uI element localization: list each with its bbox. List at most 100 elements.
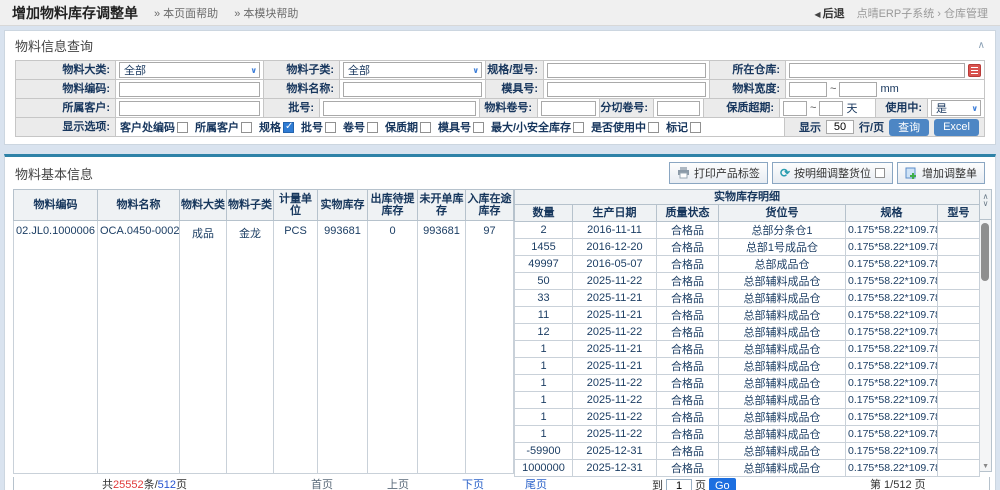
print-label-button[interactable]: 打印产品标签 [669,162,768,184]
collapse-chevron-icon[interactable]: ∧ [978,42,985,50]
width-unit-label: mm [880,83,898,95]
material-width-max-input[interactable] [839,82,877,97]
header-pending-out: 出库待提库存 [368,190,418,221]
scrollbar-thumb[interactable] [981,223,989,281]
material-name-input[interactable] [343,82,482,97]
breadcrumb-app[interactable]: 点晴ERP子系统 [857,8,935,20]
detail-row[interactable]: 1455 2016-12-20 合格品 总部1号成品仓 0.175*58.22*… [515,239,980,256]
cell-spec: 0.175*58.22*109.78 [846,443,938,460]
chevron-down-icon: ∨ [972,104,979,113]
cell-material-name: OCA.0450-0002-A [98,221,180,474]
detail-row[interactable]: 1 2025-11-21 合格品 总部辅料成品仓 0.175*58.22*109… [515,358,980,375]
detail-row[interactable]: 33 2025-11-21 合格品 总部辅料成品仓 0.175*58.22*10… [515,290,980,307]
detail-row[interactable]: 49997 2016-05-07 合格品 总部成品仓 0.175*58.22*1… [515,256,980,273]
last-page-link[interactable]: 尾页 [525,477,547,490]
go-button[interactable]: Go [709,478,736,490]
detail-row[interactable]: 50 2025-11-22 合格品 总部辅料成品仓 0.175*58.22*10… [515,273,980,290]
first-page-link[interactable]: 首页 [311,477,333,490]
topbar: 增加物料库存调整单 » 本页面帮助 » 本模块帮助 ◀后退 点晴ERP子系统 ›… [0,0,1000,26]
cell-model [938,307,980,324]
adjust-by-detail-checkbox[interactable] [875,168,885,178]
display-option-checkbox[interactable] [473,122,484,133]
cell-model [938,341,980,358]
display-option-checkbox[interactable] [648,122,659,133]
cell-model [938,443,980,460]
label-material-category: 物料大类: [16,61,116,79]
cell-spec: 0.175*58.22*109.78 [846,239,938,256]
cell-qty: 1 [515,392,573,409]
shelf-overdue-max-input[interactable] [819,101,843,116]
display-option-checkbox[interactable] [690,122,701,133]
cell-location: 总部辅料成品仓 [719,273,846,290]
breadcrumb-module[interactable]: 仓库管理 [944,8,988,20]
display-option-checkbox[interactable] [367,122,378,133]
goto-page-input[interactable] [666,479,692,490]
cell-quality: 合格品 [657,307,719,324]
detail-row[interactable]: -59900 2025-12-31 合格品 总部辅料成品仓 0.175*58.2… [515,443,980,460]
header-unit: 计量单位 [274,190,318,221]
spec-model-input[interactable] [547,63,706,78]
warehouse-picker-icon[interactable] [968,64,981,77]
display-option-checkbox[interactable] [420,122,431,133]
collapse-splitter-icon[interactable]: ∧∨ [980,190,991,220]
label-shelf-overdue: 保质超期: [704,99,780,117]
warehouse-input[interactable] [789,63,965,78]
shelf-overdue-min-input[interactable] [783,101,807,116]
excel-button[interactable]: Excel [934,119,979,136]
cell-location: 总部辅料成品仓 [719,426,846,443]
show-label: 显示 [799,119,821,135]
material-width-min-input[interactable] [789,82,827,97]
detail-row[interactable]: 11 2025-11-21 合格品 总部辅料成品仓 0.175*58.22*10… [515,307,980,324]
cell-prod-date: 2025-11-21 [573,358,657,375]
cell-quality: 合格品 [657,358,719,375]
detail-row[interactable]: 1000000 2025-12-31 合格品 总部辅料成品仓 0.175*58.… [515,460,980,477]
adjust-by-detail-button[interactable]: ⟳ 按明细调整货位 [772,162,893,184]
display-option-checkbox[interactable] [241,122,252,133]
material-roll-no-input[interactable] [541,101,596,116]
add-adjustment-button[interactable]: 增加调整单 [897,162,985,184]
cell-quality: 合格品 [657,409,719,426]
mold-no-input[interactable] [547,82,706,97]
page-size-input[interactable] [826,120,854,134]
display-option: 最大/小安全库存 [491,119,584,135]
cell-qty: 1 [515,409,573,426]
detail-row[interactable]: 1 2025-11-22 合格品 总部辅料成品仓 0.175*58.22*109… [515,409,980,426]
material-code-input[interactable] [119,82,260,97]
detail-row[interactable]: 2 2016-11-11 合格品 总部分条仓1 0.175*58.22*109.… [515,222,980,239]
material-category-select[interactable]: 全部∨ [119,62,260,78]
page-title: 增加物料库存调整单 [12,3,138,23]
back-button[interactable]: ◀后退 [814,5,844,21]
scrollbar-track[interactable]: ▼ [980,220,991,471]
batch-no-input[interactable] [323,101,476,116]
page-help-link[interactable]: » 本页面帮助 [154,5,218,21]
in-use-select[interactable]: 是∨ [931,100,981,116]
header-qty: 数量 [515,205,573,222]
detail-row[interactable]: 12 2025-11-22 合格品 总部辅料成品仓 0.175*58.22*10… [515,324,980,341]
prev-page-link[interactable]: 上页 [387,477,409,490]
cell-model [938,375,980,392]
cell-model [938,460,980,477]
material-row[interactable]: 02.JL0.1000006 OCA.0450-0002-A 成品 金龙 PCS… [14,221,514,474]
vertical-scrollbar[interactable]: ∧∨ ▼ [980,189,992,472]
display-option-checkbox[interactable] [573,122,584,133]
scroll-down-arrow-icon[interactable]: ▼ [980,463,991,470]
slit-roll-no-input[interactable] [657,101,700,116]
display-option-checkbox[interactable] [325,122,336,133]
detail-row[interactable]: 1 2025-11-22 合格品 总部辅料成品仓 0.175*58.22*109… [515,392,980,409]
next-page-link[interactable]: 下页 [462,477,484,490]
detail-row[interactable]: 1 2025-11-22 合格品 总部辅料成品仓 0.175*58.22*109… [515,426,980,443]
detail-row[interactable]: 1 2025-11-22 合格品 总部辅料成品仓 0.175*58.22*109… [515,375,980,392]
cell-spec: 0.175*58.22*109.78 [846,290,938,307]
module-help-link[interactable]: » 本模块帮助 [234,5,298,21]
detail-row[interactable]: 1 2025-11-21 合格品 总部辅料成品仓 0.175*58.22*109… [515,341,980,358]
page-info: 第 1/512 页 [870,477,926,490]
label-mold-no: 模具号: [486,80,544,98]
customer-input[interactable] [119,101,260,116]
search-button[interactable]: 查询 [889,119,929,136]
material-subcategory-select[interactable]: 全部∨ [343,62,482,78]
label-material-code: 物料编码: [16,80,116,98]
goto-label: 到 [652,478,663,490]
display-option-checkbox[interactable] [283,122,294,133]
cell-location: 总部辅料成品仓 [719,443,846,460]
display-option-checkbox[interactable] [177,122,188,133]
